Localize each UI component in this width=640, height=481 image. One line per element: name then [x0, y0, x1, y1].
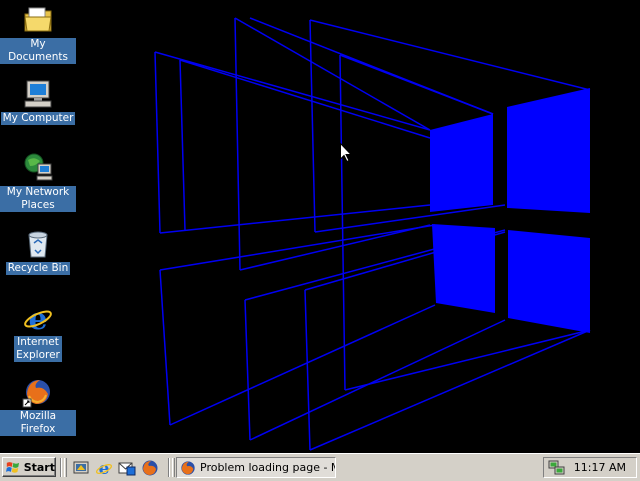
network-tray-icon[interactable]	[548, 460, 566, 476]
desktop-icon-label: Internet Explorer	[14, 336, 62, 362]
mouse-cursor	[340, 143, 352, 162]
firefox-icon[interactable]	[141, 459, 159, 477]
internet-explorer-icon: e	[22, 302, 54, 337]
desktop-icon-internet-explorer[interactable]: e Internet Explorer	[0, 302, 76, 362]
recycle-bin-icon	[22, 228, 54, 260]
desktop-icon-label: Mozilla Firefox	[0, 410, 76, 436]
clock[interactable]: 11:17 AM	[574, 461, 626, 474]
taskbar-separator	[60, 458, 62, 477]
show-desktop-icon[interactable]	[72, 459, 90, 477]
desktop-icon-label: My Network Places	[0, 186, 76, 212]
desktop-icon-firefox[interactable]: Mozilla Firefox	[0, 376, 76, 436]
firefox-icon	[181, 460, 195, 475]
start-button[interactable]: Start	[2, 457, 56, 477]
taskbar-separator	[168, 458, 170, 477]
taskbar: Start e Problem loading page - 11:17 AM	[0, 453, 640, 481]
desktop-icon-network-places[interactable]: My Network Places	[0, 152, 76, 212]
wallpaper	[154, 17, 591, 451]
firefox-icon	[22, 376, 54, 408]
outlook-express-icon[interactable]	[118, 459, 136, 477]
desktop[interactable]: My Documents My Computer My Network Plac…	[0, 0, 640, 453]
desktop-icon-recycle-bin[interactable]: Recycle Bin	[0, 228, 76, 275]
task-button-label: Problem loading page - M...	[200, 461, 335, 474]
toolbar-grip[interactable]	[172, 458, 175, 477]
toolbar-grip[interactable]	[64, 458, 67, 477]
start-label: Start	[23, 460, 55, 474]
network-places-icon	[22, 152, 54, 184]
task-button-firefox[interactable]: Problem loading page - M...	[176, 457, 336, 478]
internet-explorer-icon[interactable]: e	[95, 459, 113, 479]
desktop-icon-label: Recycle Bin	[5, 262, 71, 275]
desktop-icon-my-documents[interactable]: My Documents	[0, 4, 76, 64]
desktop-icon-label: My Documents	[0, 38, 76, 64]
my-documents-icon	[22, 4, 54, 36]
system-tray: 11:17 AM	[543, 457, 637, 478]
desktop-icon-label: My Computer	[0, 112, 76, 125]
my-computer-icon	[22, 78, 54, 110]
windows-logo-icon	[6, 462, 20, 473]
desktop-icon-my-computer[interactable]: My Computer	[0, 78, 76, 125]
